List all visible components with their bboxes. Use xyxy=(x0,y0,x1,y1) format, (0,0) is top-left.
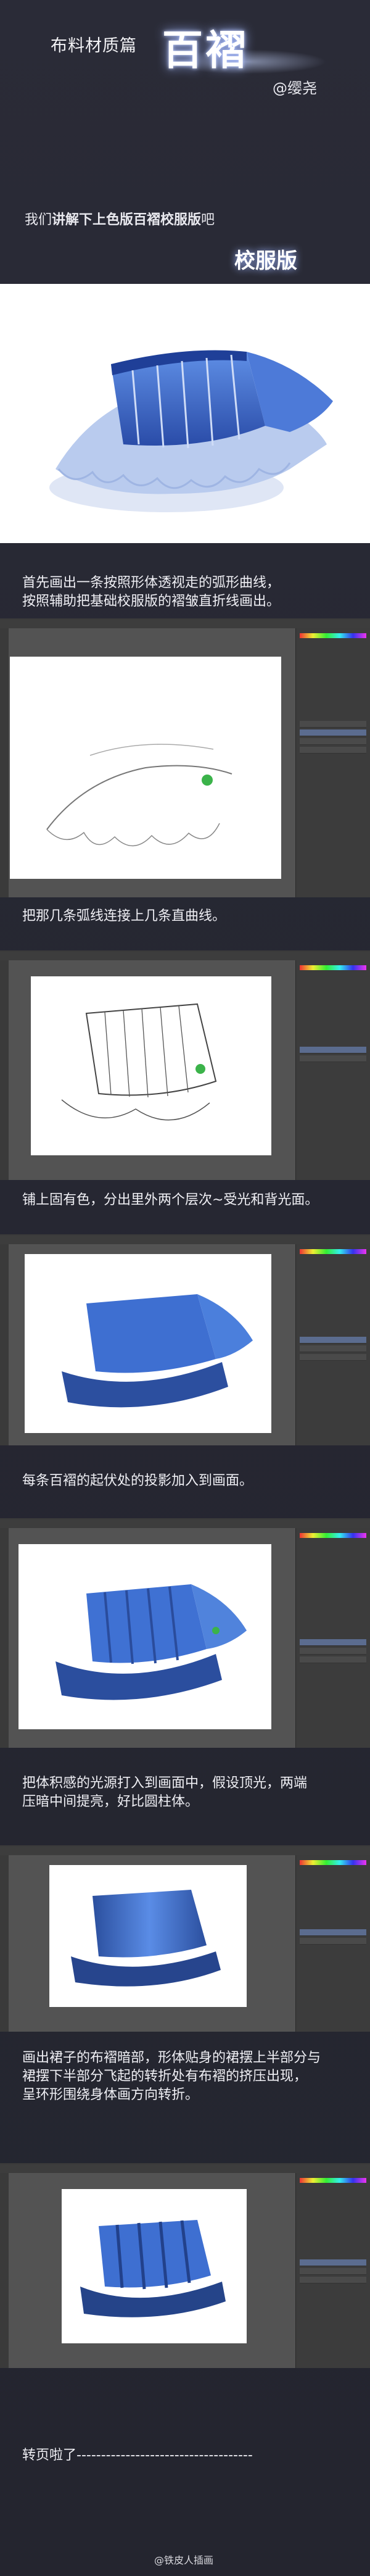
layer-row[interactable] xyxy=(300,1639,366,1646)
layer-row[interactable] xyxy=(300,1648,366,1655)
intro-text: 我们讲解下上色版百褶校服版吧 xyxy=(25,209,215,228)
layer-row[interactable] xyxy=(300,721,366,728)
ps-toolbar xyxy=(0,628,9,897)
fold-shading-drawing xyxy=(80,2220,226,2317)
layer-row[interactable] xyxy=(300,1938,366,1945)
ps-layers-panel xyxy=(295,1528,370,1748)
ps-canvas xyxy=(25,1254,271,1433)
color-swatches xyxy=(300,1533,366,1538)
step-5-caption: 把体积感的光源打入到画面中，假设顶光，两端 压暗中间提亮，好比圆柱体。 xyxy=(22,1776,308,1809)
step-2-caption: 把那几条弧线连接上几条直曲线。 xyxy=(22,908,226,924)
ps-toolbar xyxy=(0,1528,9,1748)
step-1-caption: 首先画出一条按照形体透视走的弧形曲线， 按照辅助把基础校服版的褶皱直折线画出。 xyxy=(22,575,281,609)
ps-layers-panel xyxy=(295,628,370,897)
layer-row[interactable] xyxy=(300,747,366,754)
layer-row[interactable] xyxy=(300,1345,366,1352)
lighting-drawing xyxy=(71,1890,221,1987)
ps-menubar xyxy=(0,2164,370,2173)
ps-canvas xyxy=(49,1865,247,2007)
color-swatches xyxy=(300,2178,366,2183)
color-swatches xyxy=(300,1860,366,1865)
intro-prefix: 我们 xyxy=(25,212,52,228)
ps-canvas xyxy=(10,657,281,879)
section-tag: 校服版 xyxy=(234,249,297,273)
intro-suffix: 吧 xyxy=(201,212,215,228)
step-5-screenshot xyxy=(0,1845,370,2032)
layer-row[interactable] xyxy=(300,1929,366,1936)
layer-row[interactable] xyxy=(300,2268,366,2275)
layer-row[interactable] xyxy=(300,1055,366,1062)
ps-canvas xyxy=(62,2189,247,2343)
layer-row[interactable] xyxy=(300,1354,366,1361)
ps-menubar xyxy=(0,1847,370,1855)
ps-layers-panel xyxy=(295,1855,370,2032)
lineart-drawing xyxy=(61,1003,217,1121)
layer-row[interactable] xyxy=(300,1656,366,1663)
step-6-caption: 画出裙子的布褶暗部，形体贴身的裙摆上半部分与 裙摆下半部分飞起的转折处有布褶的挤… xyxy=(22,2050,321,2103)
page-title: 百褶 xyxy=(162,27,249,74)
step-4-caption: 每条百褶的起伏处的投影加入到画面。 xyxy=(22,1473,253,1489)
color-swatches xyxy=(300,965,366,970)
intro-bold: 讲解下上色版百褶校服版 xyxy=(52,212,202,228)
base-color-drawing xyxy=(62,1294,253,1408)
step-3-caption: 铺上固有色，分出里外两个层次~受光和背光面。 xyxy=(22,1192,319,1208)
ps-toolbar xyxy=(0,1244,9,1445)
layer-row[interactable] xyxy=(300,2259,366,2266)
author-handle: @缨尧 xyxy=(273,80,317,97)
step-2-screenshot xyxy=(0,950,370,1180)
ps-layers-panel xyxy=(295,1244,370,1445)
step-6-screenshot xyxy=(0,2163,370,2368)
ps-toolbar xyxy=(0,2173,9,2368)
layer-row[interactable] xyxy=(300,729,366,736)
ps-canvas xyxy=(31,976,271,1155)
ps-toolbar xyxy=(0,960,9,1180)
color-swatches xyxy=(300,633,366,638)
footer-text: 转页啦了------------------------------------ xyxy=(22,2448,253,2463)
step-3-screenshot xyxy=(0,1234,370,1445)
ps-menubar xyxy=(0,1236,370,1244)
step-4-screenshot xyxy=(0,1518,370,1748)
page-subtitle: 布料材质篇 xyxy=(51,36,137,56)
watermark: @铁皮人插画 xyxy=(154,2554,214,2566)
color-swatches xyxy=(300,1249,366,1254)
ps-menubar xyxy=(0,1519,370,1528)
page: 布料材质篇 百褶 @缨尧 我们讲解下上色版百褶校服版吧 校服版 首先画出一条按照… xyxy=(0,0,370,2576)
hero-illustration xyxy=(0,284,370,543)
ps-menubar xyxy=(0,952,370,960)
step-1-screenshot xyxy=(0,618,370,897)
ps-toolbar xyxy=(0,1855,9,2032)
skirt-illustration xyxy=(49,350,333,512)
ps-layers-panel xyxy=(295,2173,370,2368)
ps-layers-panel xyxy=(295,960,370,1180)
layer-row[interactable] xyxy=(300,1047,366,1053)
sketch-drawing xyxy=(46,744,232,847)
ps-menubar xyxy=(0,620,370,628)
shadow-drawing xyxy=(56,1584,247,1700)
layer-row[interactable] xyxy=(300,1337,366,1344)
layer-row[interactable] xyxy=(300,2277,366,2283)
layer-row[interactable] xyxy=(300,738,366,745)
ps-canvas xyxy=(18,1544,271,1729)
